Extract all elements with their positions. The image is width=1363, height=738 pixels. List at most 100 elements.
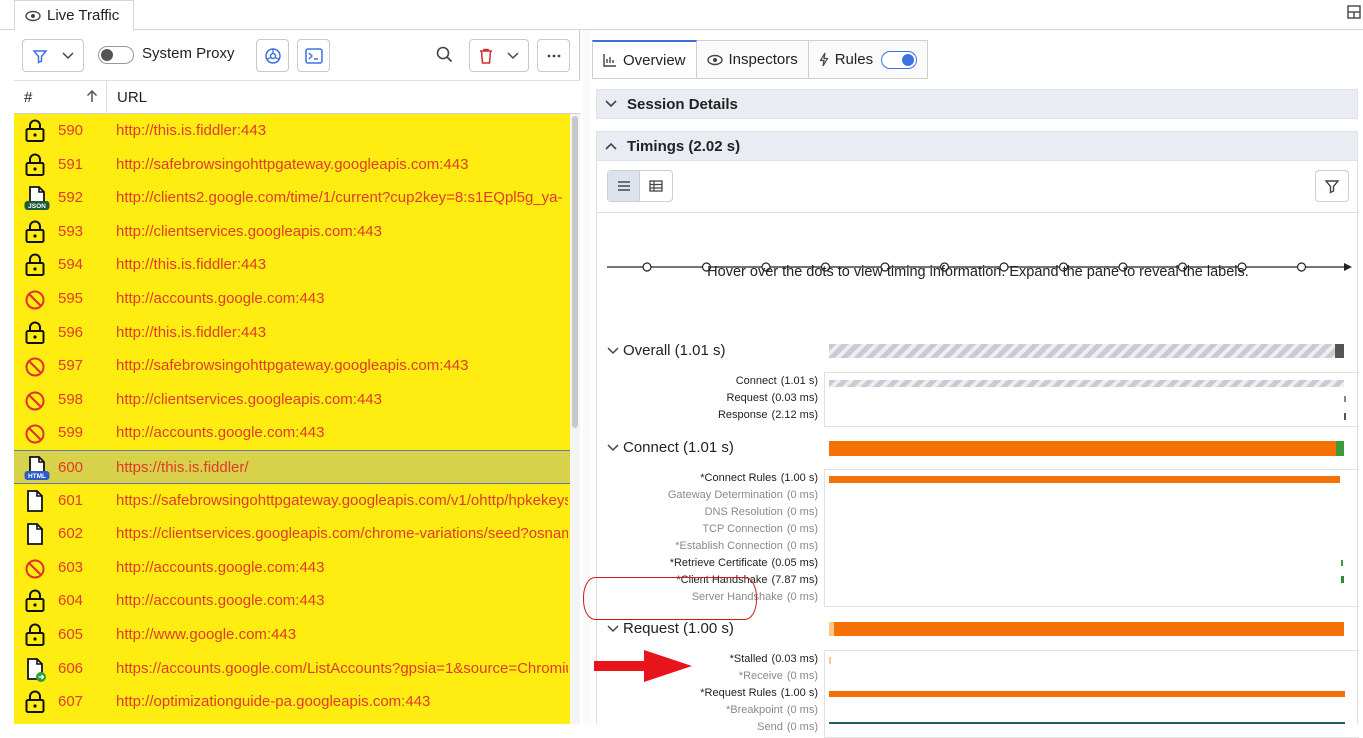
tab-inspectors[interactable]: Inspectors bbox=[696, 40, 809, 79]
session-row[interactable]: JSON 592 http://clients2.google.com/time/1… bbox=[14, 181, 570, 215]
pane-splitter[interactable] bbox=[583, 30, 591, 724]
more-icon bbox=[547, 54, 560, 57]
json-file-icon: JSON bbox=[24, 186, 50, 212]
session-row[interactable]: 597 http://safebrowsingohttpgateway.googl… bbox=[14, 349, 570, 383]
remove-split-button[interactable] bbox=[469, 39, 529, 72]
timing-item-name: *Retrieve Certificate bbox=[669, 557, 768, 569]
timing-item-name: *Receive bbox=[738, 670, 783, 682]
timing-item-name: *Establish Connection bbox=[675, 540, 783, 552]
sessions-pane: System Proxy # URL 590 http://this.is.fid… bbox=[14, 30, 580, 724]
session-row[interactable]: 604 http://accounts.google.com:443 bbox=[14, 584, 570, 618]
session-number: 604 bbox=[58, 592, 84, 610]
eye-icon bbox=[25, 10, 41, 21]
browser-icon bbox=[264, 47, 281, 64]
filter-icon bbox=[32, 49, 48, 64]
layout-icon[interactable] bbox=[1347, 5, 1361, 19]
tab-overview-label: Overview bbox=[623, 51, 686, 69]
session-row[interactable]: 607 http://optimizationguide-pa.googleapi… bbox=[14, 685, 570, 719]
view-mode-toggle bbox=[607, 170, 673, 202]
sessions-toolbar: System Proxy bbox=[14, 30, 580, 80]
column-header-url[interactable]: URL bbox=[117, 89, 147, 106]
details-tabs: Overview Inspectors Rules bbox=[592, 40, 929, 79]
session-number: 602 bbox=[58, 525, 84, 543]
tab-overview[interactable]: Overview bbox=[592, 40, 697, 79]
session-row[interactable]: 606 https://accounts.google.com/ListAccou… bbox=[14, 651, 570, 686]
terminal-button[interactable] bbox=[297, 39, 330, 72]
timing-item-value: (0 ms) bbox=[786, 591, 818, 603]
chart-icon bbox=[603, 54, 616, 67]
tab-live-traffic-label: Live Traffic bbox=[47, 7, 120, 24]
session-row[interactable]: 591 http://safebrowsingohttpgateway.googl… bbox=[14, 147, 570, 182]
session-row[interactable]: 594 http://this.is.fiddler:443 bbox=[14, 248, 570, 282]
timings-panel: Hover over the dots to view timing infor… bbox=[596, 160, 1359, 738]
session-row[interactable]: 593 http://clientservices.googleapis.com:… bbox=[14, 214, 570, 249]
session-row[interactable]: 596 http://this.is.fiddler:443 bbox=[14, 315, 570, 350]
column-header-num[interactable]: # bbox=[24, 89, 32, 106]
terminal-icon bbox=[304, 47, 323, 64]
table-view-button[interactable] bbox=[640, 171, 672, 201]
lock-icon bbox=[24, 321, 48, 347]
session-number: 605 bbox=[58, 626, 84, 643]
session-number: 591 bbox=[58, 155, 84, 173]
browser-button[interactable] bbox=[256, 39, 289, 72]
session-number: 596 bbox=[58, 323, 84, 341]
list-icon bbox=[617, 181, 630, 191]
timing-item-value: (0 ms) bbox=[786, 670, 818, 682]
connect-bar bbox=[829, 441, 1336, 456]
blocked-icon bbox=[24, 354, 48, 380]
session-row[interactable]: 605 http://www.google.com:443 bbox=[14, 618, 570, 652]
client-handshake-bar bbox=[1341, 576, 1344, 583]
filter-split-button[interactable] bbox=[22, 39, 84, 72]
session-row[interactable]: 595 http://accounts.google.com:443 bbox=[14, 282, 570, 316]
session-row[interactable]: 599 http://accounts.google.com:443 bbox=[14, 416, 570, 450]
session-row[interactable]: 601 https://safebrowsingohttpgateway.goog… bbox=[14, 483, 570, 518]
retrieve-certificate-bar bbox=[1341, 560, 1343, 566]
session-row[interactable]: 590 http://this.is.fiddler:443 bbox=[14, 114, 570, 148]
session-row[interactable]: 602 https://clientservices.googleapis.com… bbox=[14, 517, 570, 551]
file-icon bbox=[24, 489, 48, 515]
tab-live-traffic[interactable]: Live Traffic bbox=[14, 0, 134, 31]
blocked-icon bbox=[24, 556, 48, 582]
lock-icon bbox=[24, 690, 48, 716]
overall-bar-end bbox=[1335, 344, 1344, 358]
timing-item-value: (0 ms) bbox=[786, 540, 818, 552]
table-icon bbox=[649, 180, 663, 192]
session-row[interactable]: HTML 600 https://this.is.fiddler/ bbox=[14, 450, 570, 484]
group-request[interactable]: Request (1.00 s) bbox=[607, 620, 734, 637]
group-connect[interactable]: Connect (1.01 s) bbox=[607, 439, 734, 456]
timing-item-value: (0.03 ms) bbox=[771, 653, 818, 665]
sessions-scrollbar[interactable] bbox=[570, 114, 580, 724]
session-url: https://safebrowsingohttpgateway.googlea… bbox=[116, 491, 568, 509]
timing-item: Gateway Determination (0 ms) bbox=[597, 487, 818, 504]
search-icon[interactable] bbox=[436, 46, 453, 63]
timing-item-value: (0.03 ms) bbox=[771, 392, 818, 404]
timing-item: *Establish Connection (0 ms) bbox=[597, 538, 818, 555]
timing-item: Response (2.12 ms) bbox=[597, 407, 818, 424]
timing-item: *Request Rules (1.00 s) bbox=[597, 685, 818, 702]
bolt-icon bbox=[819, 52, 829, 67]
session-row[interactable]: 603 http://accounts.google.com:443 bbox=[14, 550, 570, 585]
system-proxy-toggle[interactable] bbox=[98, 46, 134, 64]
list-view-button[interactable] bbox=[608, 171, 641, 201]
session-url: http://safebrowsingohttpgateway.googleap… bbox=[116, 357, 469, 375]
request-bar bbox=[834, 622, 1344, 636]
timings-filter-button[interactable] bbox=[1315, 170, 1349, 202]
session-url: http://accounts.google.com:443 bbox=[116, 592, 325, 610]
timings-header[interactable]: Timings (2.02 s) bbox=[596, 131, 1358, 161]
session-url: http://www.google.com:443 bbox=[116, 626, 297, 643]
connect-bar-end bbox=[1336, 441, 1344, 456]
timing-item: *Retrieve Certificate (0.05 ms) bbox=[597, 555, 818, 572]
timing-item-name: *Connect Rules bbox=[700, 472, 777, 484]
group-overall[interactable]: Overall (1.01 s) bbox=[607, 342, 726, 359]
session-details-header[interactable]: Session Details bbox=[596, 89, 1358, 119]
overall-connect-bar bbox=[829, 380, 1344, 387]
overall-response-bar bbox=[1344, 413, 1346, 420]
session-row[interactable]: 598 http://clientservices.googleapis.com:… bbox=[14, 382, 570, 417]
session-number: 597 bbox=[58, 357, 84, 375]
sort-ascending-icon[interactable] bbox=[86, 89, 98, 103]
stalled-bar bbox=[829, 657, 831, 664]
timeline-hint: Hover over the dots to view timing infor… bbox=[707, 264, 1249, 280]
more-options-button[interactable] bbox=[537, 39, 570, 72]
tab-rules[interactable]: Rules bbox=[808, 40, 929, 79]
rules-toggle[interactable] bbox=[881, 50, 918, 69]
